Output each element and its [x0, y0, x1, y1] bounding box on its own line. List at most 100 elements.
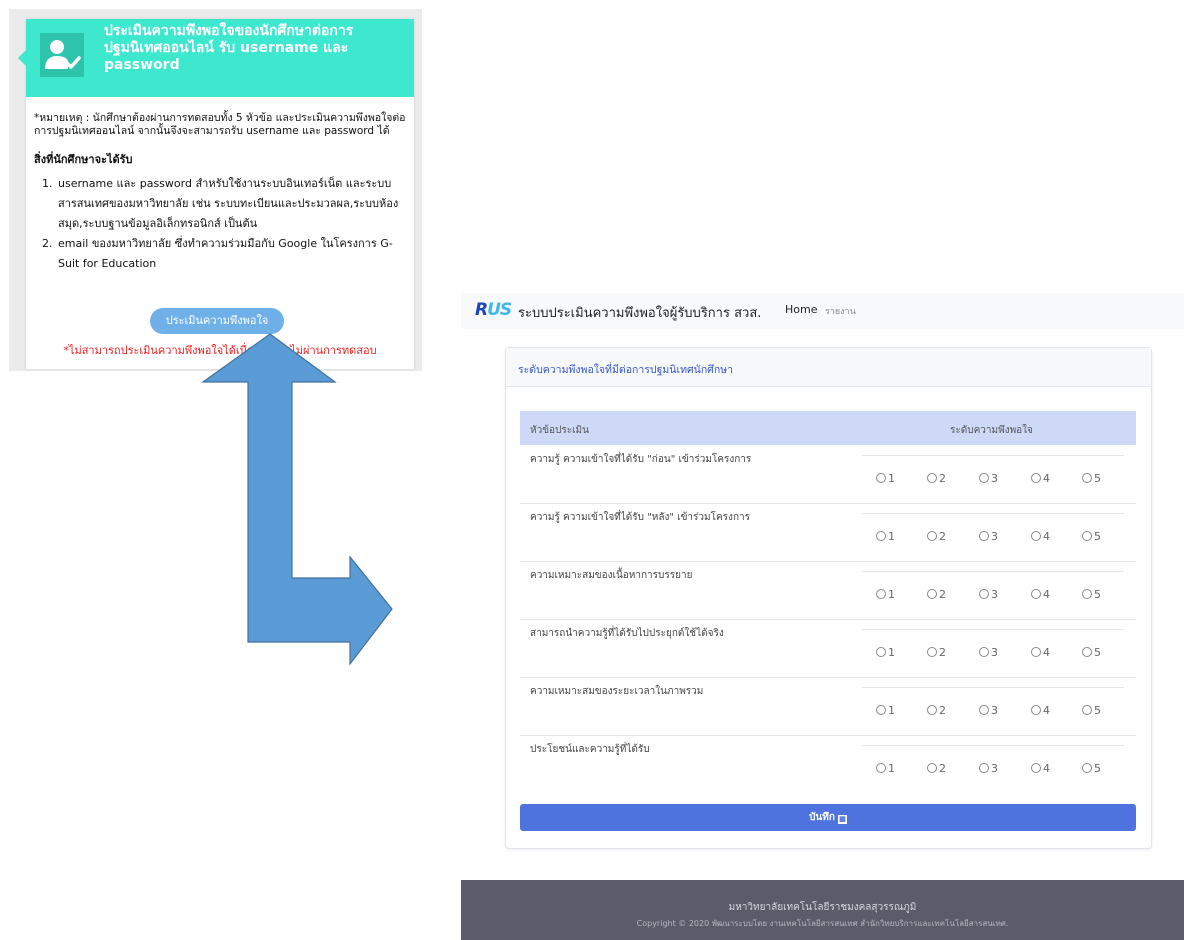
rating-value: 2 [939, 530, 946, 543]
rating-option-4[interactable]: 4 [1031, 704, 1050, 717]
rating-value: 4 [1043, 762, 1050, 775]
rating-option-2[interactable]: 2 [927, 762, 946, 775]
footer-copyright: Copyright © 2020 พัฒนาระบบโดย งานเทคโนโล… [636, 919, 1009, 928]
radio-button[interactable] [1031, 473, 1041, 483]
rating-value: 2 [939, 472, 946, 485]
rating-value: 3 [991, 530, 998, 543]
radio-button[interactable] [1082, 589, 1092, 599]
radio-button[interactable] [979, 589, 989, 599]
rating-option-4[interactable]: 4 [1031, 646, 1050, 659]
rating-option-5[interactable]: 5 [1082, 472, 1101, 485]
panel-title: ระดับความพึงพอใจที่มีต่อการปฐมนิเทศนักศึ… [518, 364, 734, 376]
column-header-topic: หัวข้อประเมิน [530, 425, 589, 436]
column-header-level: ระดับความพึงพอใจ [950, 425, 1033, 436]
rating-option-1[interactable]: 1 [876, 762, 895, 775]
radio-button[interactable] [979, 647, 989, 657]
rating-option-2[interactable]: 2 [927, 704, 946, 717]
rating-option-3[interactable]: 3 [979, 472, 998, 485]
rating-option-2[interactable]: 2 [927, 588, 946, 601]
brand-title[interactable]: ระบบประเมินความพึงพอใจผู้รับบริการ สวส. [518, 302, 761, 323]
save-icon: ▦ [837, 815, 847, 824]
rating-option-4[interactable]: 4 [1031, 588, 1050, 601]
rating-option-3[interactable]: 3 [979, 530, 998, 543]
radio-button[interactable] [927, 473, 937, 483]
rating-value: 2 [939, 762, 946, 775]
rating-value: 1 [888, 588, 895, 601]
radio-button[interactable] [1082, 705, 1092, 715]
rating-value: 3 [991, 646, 998, 659]
question-row: ความเหมาะสมของระยะเวลาในภาพรวม 1 2 3 4 5 [520, 677, 1136, 736]
question-row: ความรู้ ความเข้าใจที่ได้รับ "ก่อน" เข้าร… [520, 445, 1136, 504]
rating-option-3[interactable]: 3 [979, 646, 998, 659]
rating-option-1[interactable]: 1 [876, 588, 895, 601]
save-label: บันทึก [809, 812, 835, 823]
radio-button[interactable] [1031, 531, 1041, 541]
radio-button[interactable] [1031, 647, 1041, 657]
radio-button[interactable] [927, 763, 937, 773]
rating-value: 1 [888, 704, 895, 717]
rating-value: 3 [991, 472, 998, 485]
rating-option-2[interactable]: 2 [927, 646, 946, 659]
rating-option-1[interactable]: 1 [876, 472, 895, 485]
radio-button[interactable] [876, 473, 886, 483]
rating-option-1[interactable]: 1 [876, 704, 895, 717]
rating-option-5[interactable]: 5 [1082, 530, 1101, 543]
nav-home-link[interactable]: Home [785, 303, 817, 316]
options-divider [862, 513, 1124, 514]
save-button[interactable]: บันทึก ▦ [520, 804, 1136, 831]
radio-button[interactable] [979, 705, 989, 715]
radio-button[interactable] [1031, 763, 1041, 773]
footer-university: มหาวิทยาลัยเทคโนโลยีราชมงคลสุวรรณภูมิ [728, 902, 917, 913]
rating-option-5[interactable]: 5 [1082, 704, 1101, 717]
radio-button[interactable] [1082, 473, 1092, 483]
top-navbar: RUS ระบบประเมินความพึงพอใจผู้รับบริการ ส… [461, 293, 1184, 329]
radio-button[interactable] [876, 647, 886, 657]
survey-panel: ระดับความพึงพอใจที่มีต่อการปฐมนิเทศนักศึ… [505, 347, 1152, 849]
radio-button[interactable] [1082, 647, 1092, 657]
radio-button[interactable] [927, 705, 937, 715]
rating-value: 4 [1043, 530, 1050, 543]
rating-option-2[interactable]: 2 [927, 472, 946, 485]
rating-value: 5 [1094, 704, 1101, 717]
radio-button[interactable] [876, 763, 886, 773]
radio-button[interactable] [979, 763, 989, 773]
radio-button[interactable] [876, 589, 886, 599]
radio-button[interactable] [927, 531, 937, 541]
radio-button[interactable] [876, 705, 886, 715]
radio-button[interactable] [979, 531, 989, 541]
radio-button[interactable] [1031, 589, 1041, 599]
radio-button[interactable] [927, 589, 937, 599]
options-divider [862, 745, 1124, 746]
rating-option-3[interactable]: 3 [979, 704, 998, 717]
radio-button[interactable] [979, 473, 989, 483]
rating-value: 4 [1043, 472, 1050, 485]
radio-button[interactable] [876, 531, 886, 541]
radio-button[interactable] [1082, 531, 1092, 541]
rating-option-2[interactable]: 2 [927, 530, 946, 543]
rating-option-1[interactable]: 1 [876, 530, 895, 543]
question-text: ความเหมาะสมของเนื้อหาการบรรยาย [530, 570, 693, 581]
question-text: ความเหมาะสมของระยะเวลาในภาพรวม [530, 686, 704, 697]
rating-value: 5 [1094, 588, 1101, 601]
rating-option-5[interactable]: 5 [1082, 762, 1101, 775]
rating-option-5[interactable]: 5 [1082, 646, 1101, 659]
rating-value: 5 [1094, 472, 1101, 485]
rating-option-4[interactable]: 4 [1031, 472, 1050, 485]
radio-button[interactable] [1082, 763, 1092, 773]
rating-value: 3 [991, 762, 998, 775]
rus-logo[interactable]: RUS [475, 300, 512, 320]
radio-button[interactable] [927, 647, 937, 657]
rating-value: 1 [888, 530, 895, 543]
rating-value: 2 [939, 588, 946, 601]
question-text: ประโยชน์และความรู้ที่ได้รับ [530, 744, 650, 755]
nav-report-link[interactable]: รายงาน [825, 304, 856, 318]
rating-option-3[interactable]: 3 [979, 762, 998, 775]
rating-value: 4 [1043, 704, 1050, 717]
rating-option-1[interactable]: 1 [876, 646, 895, 659]
rating-option-4[interactable]: 4 [1031, 762, 1050, 775]
rating-value: 2 [939, 704, 946, 717]
rating-option-3[interactable]: 3 [979, 588, 998, 601]
rating-option-4[interactable]: 4 [1031, 530, 1050, 543]
radio-button[interactable] [1031, 705, 1041, 715]
rating-option-5[interactable]: 5 [1082, 588, 1101, 601]
